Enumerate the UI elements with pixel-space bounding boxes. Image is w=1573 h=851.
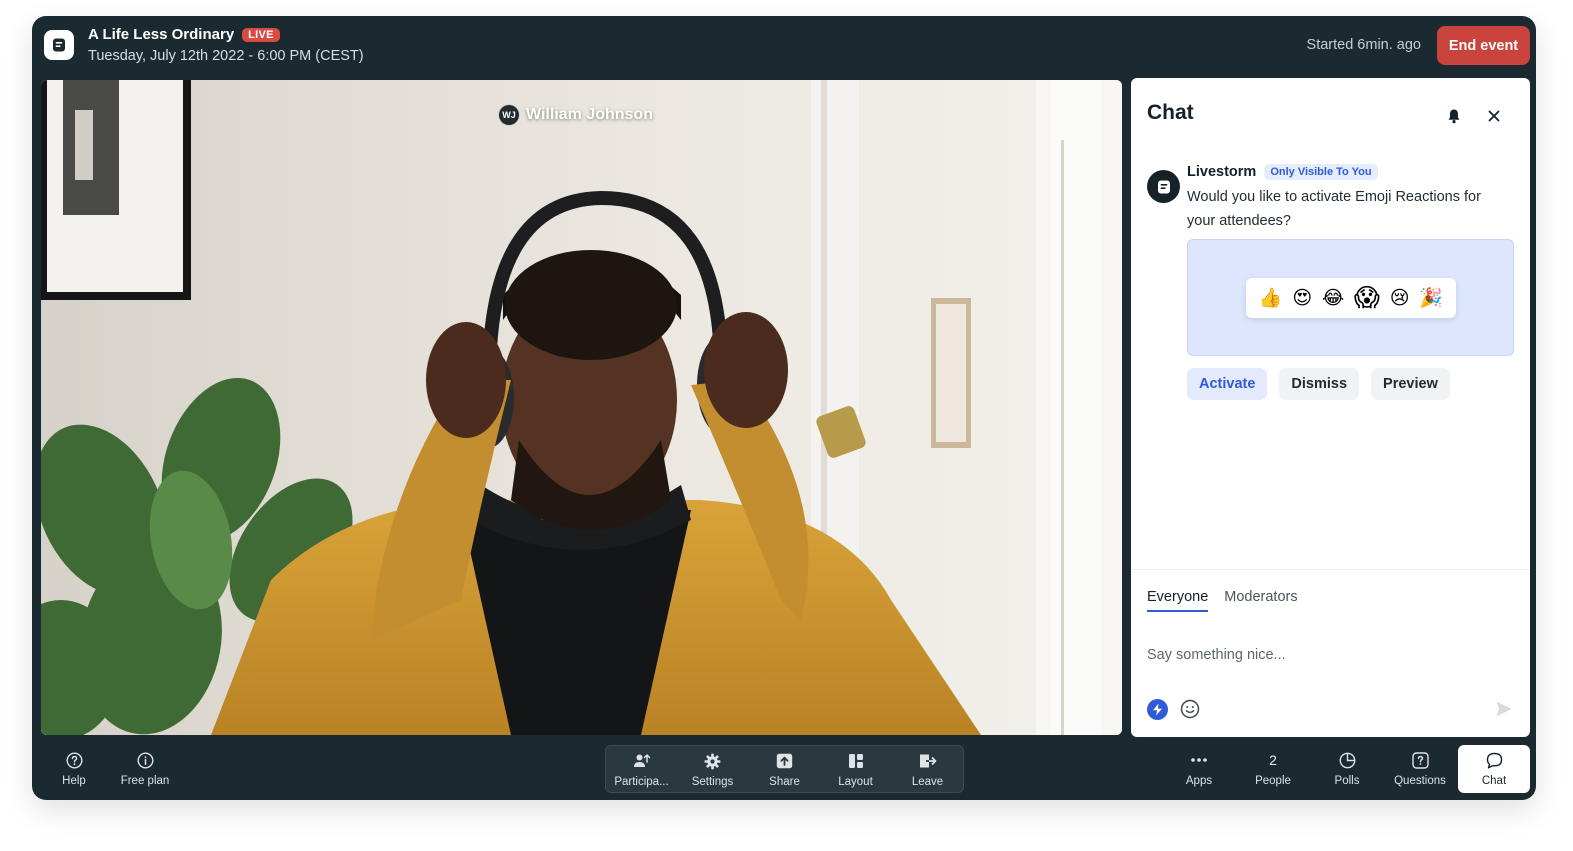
share-label: Share bbox=[769, 776, 800, 788]
chat-bubble-icon bbox=[1486, 751, 1503, 769]
livestorm-logo bbox=[44, 30, 74, 60]
message-actions: Activate Dismiss Preview bbox=[1187, 368, 1450, 400]
help-label: Help bbox=[62, 775, 86, 787]
emoji-thumbs-up: 👍 bbox=[1258, 288, 1283, 309]
event-date: Tuesday, July 12th 2022 - 6:00 PM (CEST) bbox=[88, 48, 364, 64]
meeting-controls: Participa... Settings Share Layout Leave bbox=[605, 745, 964, 793]
chat-panel: Chat Livestorm Only Visible To You Would… bbox=[1131, 78, 1530, 737]
emoji-screaming: 😱 bbox=[1353, 284, 1380, 312]
people-count: 2 bbox=[1269, 752, 1277, 768]
bolt-icon[interactable] bbox=[1147, 699, 1168, 720]
polls-button[interactable]: Polls bbox=[1317, 745, 1377, 793]
apps-button[interactable]: Apps bbox=[1169, 745, 1229, 793]
end-event-button[interactable]: End event bbox=[1437, 26, 1530, 65]
question-square-icon bbox=[1411, 751, 1429, 769]
gear-icon bbox=[704, 752, 721, 770]
emoji-laughing: 😂 bbox=[1321, 287, 1345, 309]
speaker-avatar: WJ bbox=[498, 104, 520, 126]
people-button[interactable]: 2 People bbox=[1243, 745, 1303, 793]
emoji-strip: 👍 😍 😂 😱 😢 🎉 bbox=[1246, 278, 1456, 318]
dismiss-button[interactable]: Dismiss bbox=[1279, 368, 1360, 400]
help-button[interactable]: Help bbox=[44, 745, 104, 793]
emoji-reactions-preview: 👍 😍 😂 😱 😢 🎉 bbox=[1187, 239, 1514, 356]
smiley-icon[interactable] bbox=[1179, 698, 1201, 720]
people-label: People bbox=[1255, 775, 1291, 787]
apps-label: Apps bbox=[1185, 775, 1213, 787]
live-badge: LIVE bbox=[242, 27, 280, 42]
layout-icon bbox=[848, 752, 864, 770]
tab-everyone[interactable]: Everyone bbox=[1147, 589, 1209, 612]
participants-icon bbox=[633, 752, 651, 770]
event-header: A Life Less Ordinary LIVE Tuesday, July … bbox=[32, 16, 1536, 78]
layout-button[interactable]: Layout bbox=[820, 746, 891, 794]
app-window: A Life Less Ordinary LIVE Tuesday, July … bbox=[32, 16, 1536, 800]
send-icon[interactable] bbox=[1493, 698, 1515, 720]
chat-toolbar-label: Chat bbox=[1481, 775, 1507, 787]
logo-mark-icon bbox=[53, 38, 65, 52]
participants-button[interactable]: Participa... bbox=[606, 746, 677, 794]
info-circle-icon bbox=[136, 751, 154, 769]
polls-label: Polls bbox=[1334, 775, 1360, 787]
bell-icon[interactable] bbox=[1442, 104, 1466, 128]
emoji-crying: 😢 bbox=[1389, 287, 1410, 309]
message-author: Livestorm bbox=[1187, 164, 1257, 180]
poll-icon bbox=[1339, 751, 1356, 769]
chat-message-input[interactable] bbox=[1147, 643, 1507, 667]
free-plan-label: Free plan bbox=[120, 775, 170, 787]
settings-button[interactable]: Settings bbox=[677, 746, 748, 794]
logo-mark-icon bbox=[1157, 180, 1170, 193]
chat-audience-tabs: Everyone Moderators bbox=[1147, 589, 1298, 612]
share-button[interactable]: Share bbox=[749, 746, 820, 794]
video-stage: WJ William Johnson bbox=[41, 80, 1122, 735]
people-count-wrapper: 2 bbox=[1269, 751, 1277, 769]
event-title: A Life Less Ordinary bbox=[88, 26, 235, 43]
questions-button[interactable]: Questions bbox=[1390, 745, 1450, 793]
leave-label: Leave bbox=[911, 776, 944, 788]
leave-button[interactable]: Leave bbox=[892, 746, 963, 794]
speaker-name: William Johnson bbox=[526, 106, 653, 123]
event-title-row: A Life Less Ordinary LIVE bbox=[88, 26, 280, 43]
leave-icon bbox=[919, 752, 937, 770]
livestorm-avatar bbox=[1147, 170, 1180, 203]
chat-toolbar-button[interactable]: Chat bbox=[1458, 745, 1530, 793]
participants-label: Participa... bbox=[614, 776, 669, 788]
free-plan-button[interactable]: Free plan bbox=[115, 745, 175, 793]
visibility-badge: Only Visible To You bbox=[1264, 164, 1378, 180]
settings-label: Settings bbox=[691, 776, 734, 788]
message-text: Would you like to activate Emoji Reactio… bbox=[1187, 189, 1481, 229]
help-circle-icon bbox=[65, 751, 83, 769]
emoji-heart-eyes: 😍 bbox=[1292, 287, 1313, 309]
layout-label: Layout bbox=[838, 776, 873, 788]
speaker-label: WJ William Johnson bbox=[498, 104, 653, 126]
chat-title: Chat bbox=[1147, 101, 1194, 124]
emoji-party: 🎉 bbox=[1419, 288, 1444, 309]
started-time: Started 6min. ago bbox=[1306, 37, 1421, 53]
message-header: Livestorm Only Visible To You bbox=[1187, 164, 1378, 180]
close-icon[interactable] bbox=[1482, 104, 1506, 128]
tab-moderators[interactable]: Moderators bbox=[1224, 589, 1297, 612]
chat-divider bbox=[1131, 569, 1530, 570]
more-dots-icon bbox=[1190, 751, 1208, 769]
speaker-video-feed bbox=[41, 80, 1122, 735]
preview-button[interactable]: Preview bbox=[1371, 368, 1450, 400]
activate-button[interactable]: Activate bbox=[1187, 368, 1268, 400]
share-icon bbox=[776, 752, 793, 770]
questions-label: Questions bbox=[1394, 775, 1446, 787]
